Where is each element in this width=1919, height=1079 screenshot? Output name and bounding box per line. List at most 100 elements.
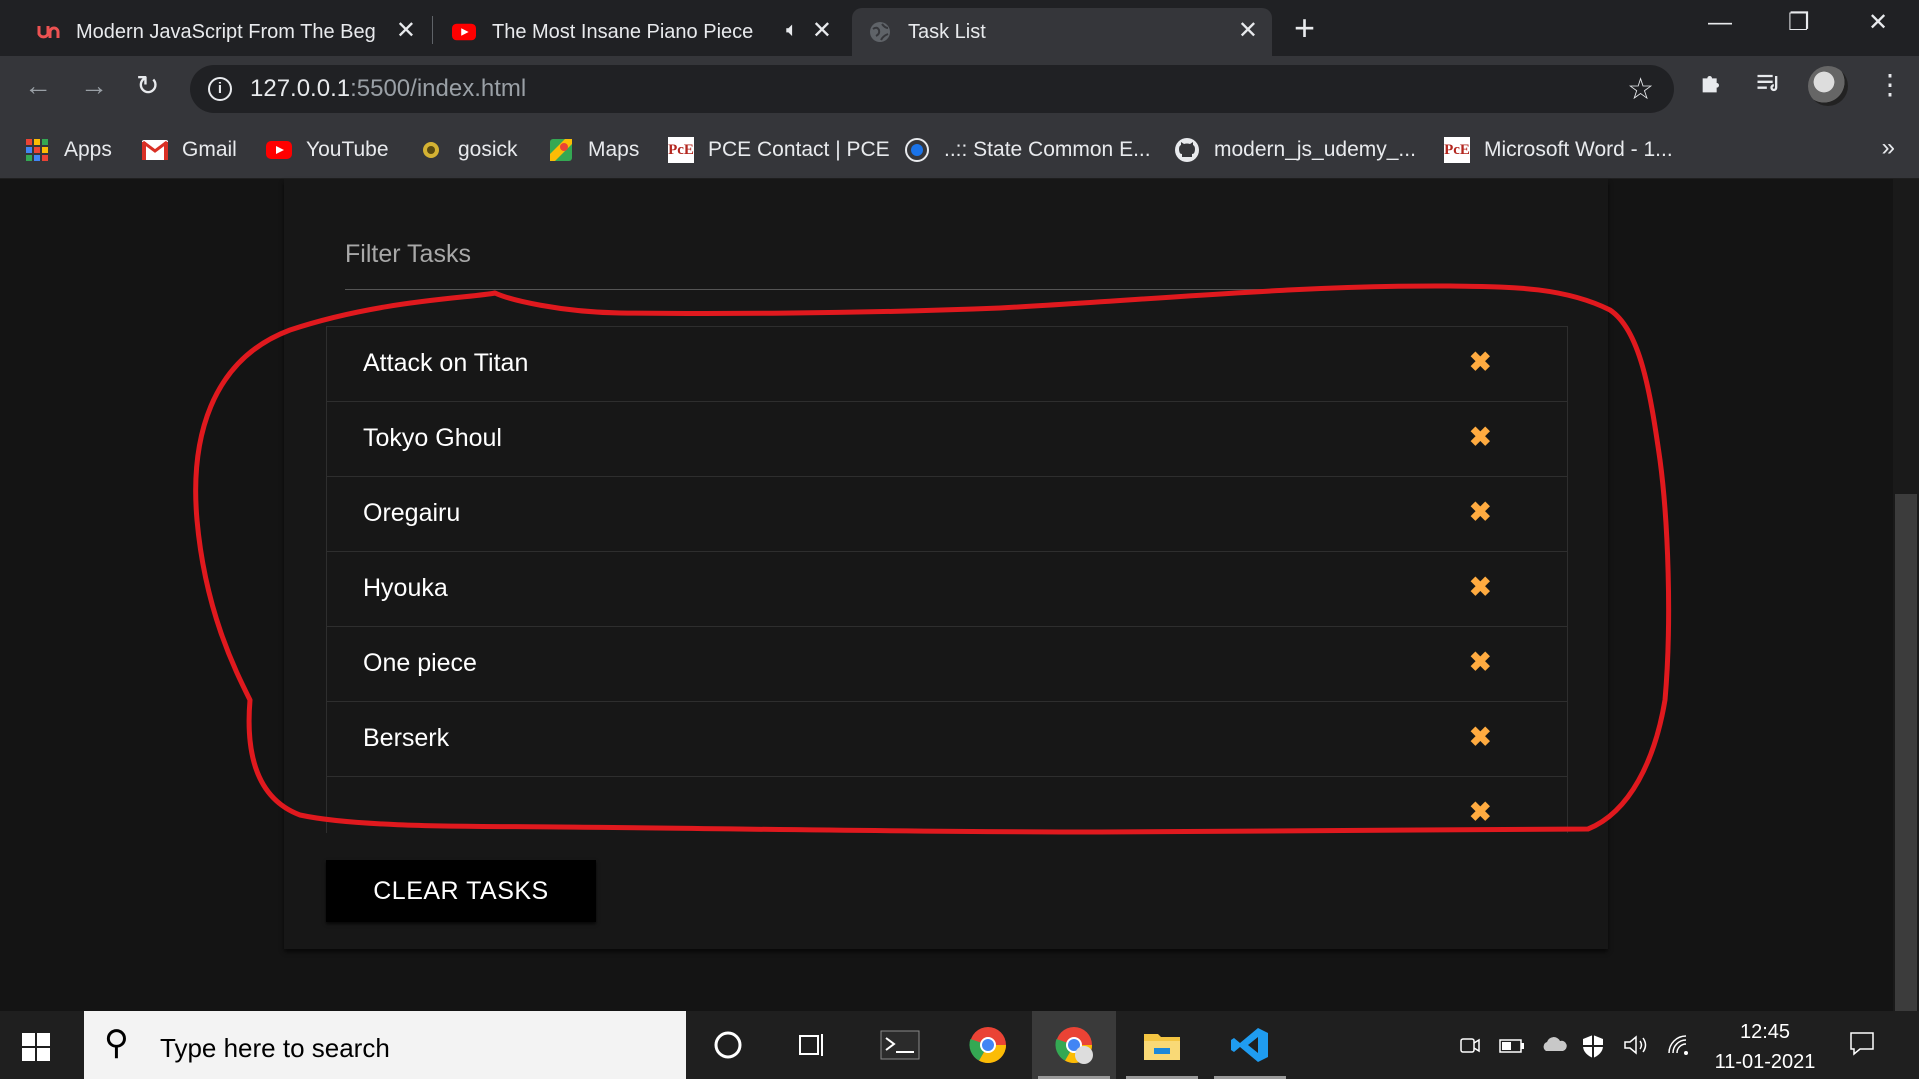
globe-icon — [868, 20, 892, 44]
volume-icon[interactable] — [1622, 1033, 1650, 1063]
back-arrow-icon[interactable]: ← — [24, 70, 52, 102]
task-text: Berserk — [363, 724, 450, 752]
youtube-icon — [452, 20, 476, 44]
filter-tasks-input[interactable]: Filter Tasks — [345, 240, 471, 269]
onedrive-cloud-icon[interactable] — [1540, 1033, 1568, 1063]
scrollbar-thumb[interactable] — [1895, 494, 1917, 1011]
wifi-icon[interactable] — [1666, 1033, 1692, 1063]
bookmark-label: Microsoft Word - 1... — [1484, 138, 1673, 161]
task-text: Tokyo Ghoul — [363, 424, 502, 452]
cortana-icon[interactable] — [686, 1011, 770, 1079]
chrome-profile-icon[interactable] — [1032, 1011, 1116, 1079]
clock-date: 11-01-2021 — [1714, 1051, 1816, 1073]
taskbar-clock[interactable]: 12:45 11-01-2021 — [1700, 1017, 1830, 1077]
url-text[interactable]: 127.0.0.1:5500/index.html — [250, 75, 526, 103]
bookmark-maps[interactable]: Maps — [548, 130, 639, 170]
bookmark-star-icon[interactable]: ☆ — [1627, 72, 1654, 107]
new-tab-button[interactable]: + — [1294, 10, 1315, 46]
pce-icon: PcE — [668, 137, 694, 163]
url-path: :5500/index.html — [350, 75, 527, 102]
restore-button[interactable]: ❐ — [1788, 8, 1810, 38]
bookmark-pce-contact[interactable]: PcE PCE Contact | PCE — [668, 130, 890, 170]
task-list: Attack on Titan ✖ Tokyo Ghoul ✖ Oregairu… — [326, 326, 1568, 833]
bookmark-apps[interactable]: Apps — [24, 130, 112, 170]
delete-task-icon[interactable]: ✖ — [1469, 497, 1492, 527]
reload-icon[interactable]: ↻ — [136, 70, 159, 102]
bookmark-gosick[interactable]: gosick — [418, 130, 518, 170]
task-item: Hyouka ✖ — [327, 552, 1567, 627]
task-text: Hyouka — [363, 574, 448, 602]
terminal-icon[interactable] — [858, 1011, 942, 1079]
delete-task-icon[interactable]: ✖ — [1469, 572, 1492, 602]
tab-title: Task List — [908, 20, 986, 43]
task-text: One piece — [363, 649, 477, 677]
bookmark-label: PCE Contact | PCE — [708, 138, 890, 161]
delete-task-icon[interactable]: ✖ — [1469, 422, 1492, 452]
tab-close-icon[interactable]: ✕ — [812, 19, 832, 43]
speaker-icon[interactable]: 🔈︎ — [786, 19, 798, 42]
windows-start-icon[interactable] — [22, 1033, 50, 1061]
site-info-icon[interactable]: i — [208, 77, 232, 101]
battery-icon[interactable] — [1498, 1033, 1526, 1063]
github-icon — [1174, 137, 1200, 163]
pce-icon: PcE — [1444, 137, 1470, 163]
bookmark-label: modern_js_udemy_... — [1214, 138, 1416, 161]
tab-modern-javascript[interactable]: Modern JavaScript From The Beg ✕ — [20, 8, 430, 56]
security-shield-icon[interactable] — [1580, 1033, 1606, 1065]
bookmark-gmail[interactable]: Gmail — [142, 130, 237, 170]
gmail-icon — [142, 137, 168, 163]
tab-close-icon[interactable]: ✕ — [1238, 19, 1258, 43]
bookmarks-bar: Apps Gmail YouTube gosick Maps PcE PCE C… — [0, 122, 1919, 179]
bookmark-microsoft-word[interactable]: PcE Microsoft Word - 1... — [1444, 130, 1673, 170]
windows-taskbar: ⚲ Type here to search 12:45 11-01-2021 — [0, 1011, 1919, 1079]
meet-now-icon[interactable] — [1458, 1033, 1482, 1063]
delete-task-icon[interactable]: ✖ — [1469, 722, 1492, 752]
extensions-puzzle-icon[interactable] — [1698, 69, 1726, 104]
media-controls-icon[interactable] — [1754, 69, 1782, 104]
bookmark-youtube[interactable]: YouTube — [266, 130, 389, 170]
tab-task-list[interactable]: Task List ✕ — [852, 8, 1272, 56]
file-explorer-icon[interactable] — [1120, 1011, 1204, 1079]
forward-arrow-icon[interactable]: → — [80, 70, 108, 102]
maps-icon — [548, 137, 574, 163]
task-item: Berserk ✖ — [327, 702, 1567, 777]
bookmark-state-common[interactable]: ..:: State Common E... — [904, 130, 1151, 170]
tab-separator — [432, 16, 433, 44]
delete-task-icon[interactable]: ✖ — [1469, 347, 1492, 377]
udemy-icon — [36, 20, 60, 44]
filter-input-underline — [345, 289, 1280, 290]
clear-tasks-button[interactable]: CLEAR TASKS — [326, 860, 596, 922]
menu-kebab-icon[interactable]: ⋮ — [1876, 69, 1904, 101]
bookmarks-overflow-button[interactable]: » — [1882, 134, 1895, 162]
bookmark-label: gosick — [458, 138, 518, 161]
vscode-icon[interactable] — [1208, 1011, 1292, 1079]
bookmark-label: Gmail — [182, 138, 237, 161]
chrome-icon[interactable] — [946, 1011, 1030, 1079]
browser-tab-strip: Modern JavaScript From The Beg ✕ The Mos… — [0, 0, 1919, 56]
cet-icon — [904, 137, 930, 163]
close-window-button[interactable]: ✕ — [1868, 8, 1888, 38]
tab-piano-video[interactable]: The Most Insane Piano Piece 🔈︎ ✕ — [436, 8, 846, 56]
tab-close-icon[interactable]: ✕ — [396, 19, 416, 43]
bookmark-modern-js-udemy[interactable]: modern_js_udemy_... — [1174, 130, 1416, 170]
tab-title: The Most Insane Piano Piece — [492, 20, 754, 43]
task-item: One piece ✖ — [327, 627, 1567, 702]
delete-task-icon[interactable]: ✖ — [1469, 647, 1492, 677]
profile-avatar[interactable] — [1808, 66, 1848, 106]
delete-task-icon[interactable]: ✖ — [1469, 797, 1492, 827]
bookmark-label: ..:: State Common E... — [944, 138, 1151, 161]
minimize-button[interactable]: — — [1708, 8, 1732, 38]
youtube-icon — [266, 137, 292, 163]
task-item: Tokyo Ghoul ✖ — [327, 402, 1567, 477]
task-view-icon[interactable] — [770, 1011, 854, 1079]
gosick-icon — [418, 137, 444, 163]
taskbar-search-box[interactable]: ⚲ Type here to search — [84, 1011, 686, 1079]
task-item: Attack on Titan ✖ — [327, 327, 1567, 402]
search-icon: ⚲ — [104, 1024, 129, 1062]
task-text: Attack on Titan — [363, 349, 529, 377]
notification-center-icon[interactable] — [1848, 1029, 1876, 1064]
bookmark-label: Apps — [64, 138, 112, 161]
taskbar-search-placeholder: Type here to search — [160, 1033, 390, 1063]
address-bar[interactable]: i 127.0.0.1:5500/index.html ☆ — [190, 65, 1674, 113]
bookmark-label: YouTube — [306, 138, 389, 161]
